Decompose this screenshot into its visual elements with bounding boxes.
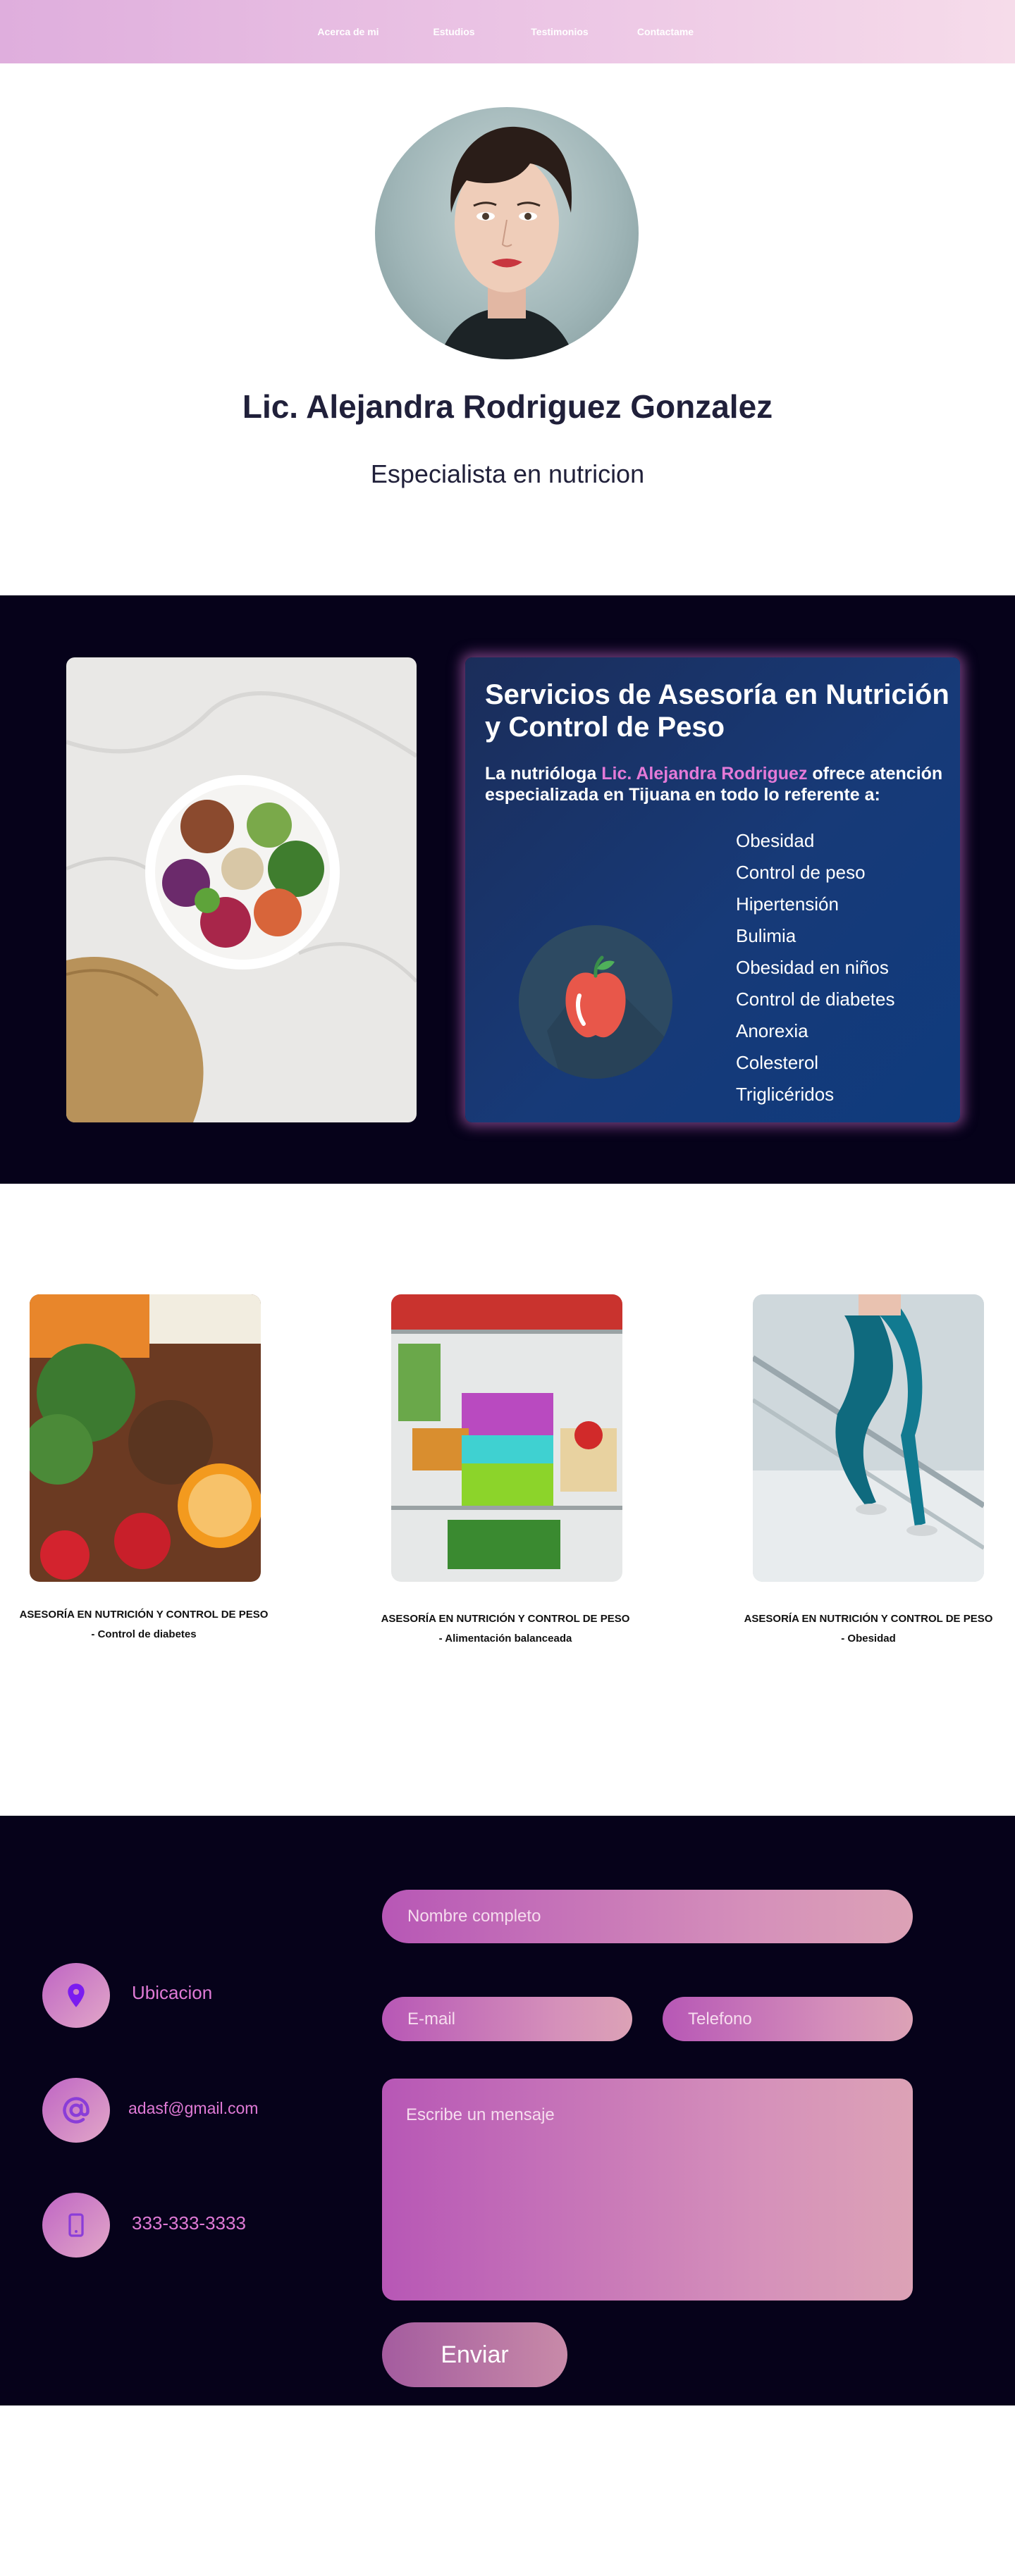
services-intro: La nutrióloga Lic. Alejandra Rodriguez o…	[485, 763, 957, 805]
footer-space	[0, 2405, 1015, 2576]
email-input[interactable]	[382, 1997, 632, 2041]
list-item: Obesidad en niños	[736, 957, 889, 978]
apple-icon	[519, 925, 672, 1079]
services-section: Servicios de Asesoría en Nutrición y Con…	[0, 595, 1015, 1184]
list-item: Hipertensión	[736, 893, 839, 915]
contact-section: Ubicacion adasf@gmail.com 333-333-3333 E…	[0, 1816, 1015, 2405]
list-item: Triglicéridos	[736, 1084, 835, 1105]
phone-input[interactable]	[663, 1997, 913, 2041]
list-item: Anorexia	[736, 1020, 808, 1041]
hero-name: Lic. Alejandra Rodriguez Gonzalez	[242, 388, 773, 425]
advisory-card-3-text: ASESORÍA EN NUTRICIÓN Y CONTROL DE PESO …	[734, 1609, 1002, 1649]
nav-link-acerca[interactable]: Acerca de mi	[295, 26, 401, 37]
advisory-card-2-text: ASESORÍA EN NUTRICIÓN Y CONTROL DE PESO …	[371, 1609, 639, 1649]
hero-subtitle: Especialista en nutricion	[370, 459, 645, 488]
name-input[interactable]	[382, 1890, 913, 1943]
contact-location[interactable]: Ubicacion	[132, 1982, 212, 2004]
salad-bowl-photo	[66, 657, 417, 1122]
nav-link-testimonios[interactable]: Testimonios	[507, 26, 613, 37]
at-sign-icon	[42, 2078, 110, 2143]
fridge-meal-prep-photo	[391, 1294, 622, 1582]
advisory-section: ASESORÍA EN NUTRICIÓN Y CONTROL DE PESO …	[0, 1184, 1015, 1816]
list-item: Control de diabetes	[736, 989, 895, 1010]
list-item: Bulimia	[736, 925, 796, 946]
top-nav: Acerca de mi Estudios Testimonios Contac…	[0, 0, 1015, 63]
services-intro-start: La nutrióloga	[485, 764, 602, 784]
nav-link-contactame[interactable]: Contactame	[613, 26, 718, 37]
services-card: Servicios de Asesoría en Nutrición y Con…	[465, 657, 960, 1122]
advisory-card-1-title: ASESORÍA EN NUTRICIÓN Y CONTROL DE PESO	[19, 1609, 269, 1621]
profile-avatar	[375, 107, 639, 359]
location-icon	[42, 1963, 110, 2028]
advisory-card-1-subtitle: - Control de diabetes	[91, 1628, 197, 1640]
send-button[interactable]: Enviar	[382, 2322, 567, 2387]
list-item: Colesterol	[736, 1052, 819, 1073]
advisory-card-3-title: ASESORÍA EN NUTRICIÓN Y CONTROL DE PESO	[744, 1613, 993, 1625]
message-textarea[interactable]	[382, 2079, 913, 2301]
list-item: Control de peso	[736, 862, 866, 883]
contact-email[interactable]: adasf@gmail.com	[128, 2099, 258, 2118]
fitness-stairs-photo	[753, 1294, 984, 1582]
services-list: Obesidad Control de peso Hipertensión Bu…	[736, 825, 894, 1110]
advisory-card-2-subtitle: - Alimentación balanceada	[438, 1633, 572, 1645]
vegetables-photo	[30, 1294, 261, 1582]
advisory-card-2-title: ASESORÍA EN NUTRICIÓN Y CONTROL DE PESO	[381, 1613, 630, 1625]
services-intro-highlight: Lic. Alejandra Rodriguez	[601, 764, 808, 784]
contact-phone[interactable]: 333-333-3333	[132, 2212, 246, 2234]
list-item: Obesidad	[736, 830, 815, 851]
services-title: Servicios de Asesoría en Nutrición y Con…	[485, 679, 949, 743]
portrait-illustration	[438, 126, 575, 359]
nav-links: Acerca de mi Estudios Testimonios Contac…	[295, 26, 718, 37]
advisory-card-1-text: ASESORÍA EN NUTRICIÓN Y CONTROL DE PESO …	[10, 1605, 278, 1645]
advisory-card-3-subtitle: - Obesidad	[841, 1633, 896, 1645]
phone-icon	[42, 2193, 110, 2258]
hero-section: Lic. Alejandra Rodriguez Gonzalez Especi…	[0, 63, 1015, 595]
nav-link-estudios[interactable]: Estudios	[401, 26, 507, 37]
